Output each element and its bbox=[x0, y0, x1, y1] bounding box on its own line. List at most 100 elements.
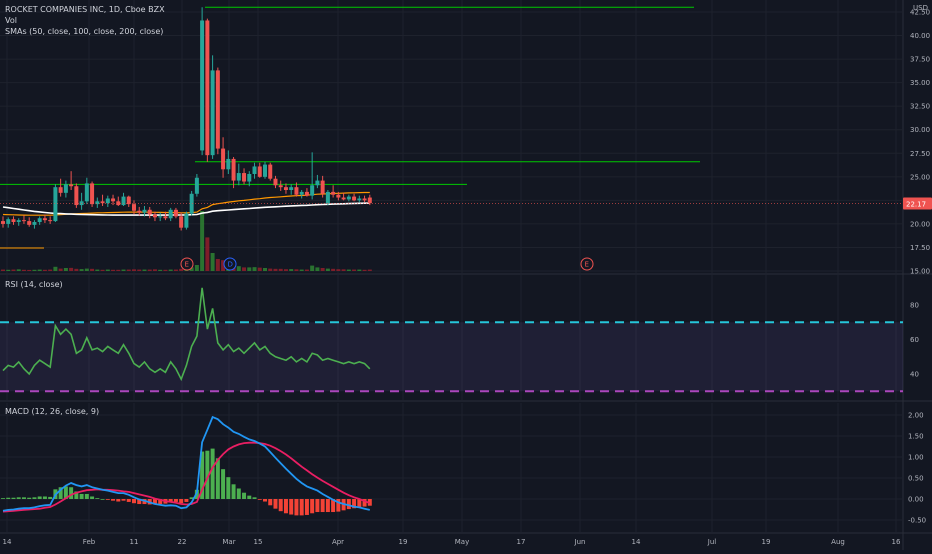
candle-body bbox=[221, 148, 226, 170]
candle-body bbox=[215, 70, 220, 149]
candle-body bbox=[42, 218, 47, 221]
volume-bar bbox=[273, 268, 278, 271]
macd-histogram-bar bbox=[11, 497, 16, 499]
macd-histogram-bar bbox=[6, 497, 11, 499]
volume-bar bbox=[84, 268, 89, 271]
candle-body bbox=[289, 187, 294, 191]
price-tick-label: 30.00 bbox=[910, 126, 930, 134]
candle-body bbox=[16, 220, 21, 223]
sma-label[interactable]: SMAs (50, close, 100, close, 200, close) bbox=[5, 26, 165, 37]
x-tick-label: 15 bbox=[254, 538, 263, 546]
volume-bar bbox=[69, 267, 74, 271]
macd-histogram-bar bbox=[273, 499, 278, 509]
candle-body bbox=[32, 222, 37, 225]
rsi-band-fill bbox=[0, 322, 903, 392]
macd-tick-label: -0.50 bbox=[908, 517, 926, 525]
x-tick-label: May bbox=[455, 538, 469, 546]
candle-body bbox=[247, 173, 252, 182]
volume-bar bbox=[304, 269, 309, 271]
macd-histogram-bar bbox=[100, 499, 105, 500]
candle-body bbox=[173, 209, 178, 217]
macd-histogram-bar bbox=[221, 469, 226, 499]
volume-bar bbox=[205, 237, 210, 271]
macd-legend: MACD (12, 26, close, 9) bbox=[5, 406, 99, 417]
candle-body bbox=[320, 180, 325, 194]
candle-body bbox=[74, 186, 79, 206]
candle-body bbox=[6, 219, 11, 224]
candle-body bbox=[367, 197, 372, 204]
candle-body bbox=[168, 209, 173, 219]
currency-label: USD bbox=[913, 4, 928, 12]
candle-body bbox=[331, 191, 336, 195]
candle-body bbox=[95, 201, 100, 205]
volume-bar bbox=[331, 268, 336, 271]
candle-body bbox=[184, 213, 189, 228]
chart-svg: 42.5040.0037.5035.0032.5030.0027.5025.00… bbox=[0, 0, 932, 550]
volume-bar bbox=[152, 269, 157, 271]
x-tick-label: Jul bbox=[707, 538, 717, 546]
volume-bar bbox=[352, 269, 357, 271]
candle-body bbox=[132, 204, 136, 211]
volume-bar bbox=[32, 269, 37, 271]
macd-tick-label: 1.00 bbox=[908, 454, 924, 462]
chart-root: 42.50 40.00 37.50 35.00 32.50 30.00 27.50 25.00… bbox=[0, 0, 932, 550]
volume-bar bbox=[173, 269, 178, 271]
macd-histogram-bar bbox=[95, 498, 100, 499]
macd-tick-label: 0.50 bbox=[908, 475, 924, 483]
volume-bar bbox=[95, 269, 100, 271]
volume-bar bbox=[6, 269, 11, 271]
macd-histogram-bar bbox=[179, 499, 184, 504]
candle-body bbox=[278, 185, 283, 188]
macd-histogram-bar bbox=[1, 498, 5, 499]
volume-bar bbox=[310, 265, 315, 271]
volume-bar bbox=[74, 268, 79, 271]
candle-body bbox=[310, 185, 315, 196]
macd-histogram-bar bbox=[105, 499, 110, 500]
macd-histogram-bar bbox=[90, 496, 95, 499]
candle-body bbox=[304, 191, 309, 196]
candle-body bbox=[294, 187, 299, 195]
candle-body bbox=[21, 220, 26, 222]
volume-bar bbox=[299, 269, 304, 271]
chart-title[interactable]: ROCKET COMPANIES INC, 1D, Cboe BZX bbox=[5, 4, 165, 15]
candle-body bbox=[210, 70, 215, 156]
macd-histogram-bar bbox=[299, 499, 304, 516]
price-tick-label: 20.00 bbox=[910, 220, 930, 228]
macd-histogram-bar bbox=[37, 496, 42, 499]
volume-bar bbox=[147, 269, 152, 271]
vol-label[interactable]: Vol bbox=[5, 15, 165, 26]
volume-bar bbox=[126, 269, 131, 271]
event-marker-label: D bbox=[228, 261, 233, 269]
volume-bar bbox=[100, 269, 105, 271]
candle-body bbox=[100, 201, 105, 204]
candle-body bbox=[325, 191, 330, 204]
volume-bar bbox=[158, 269, 163, 271]
price-legend: ROCKET COMPANIES INC, 1D, Cboe BZX Vol S… bbox=[5, 4, 165, 37]
macd-histogram-bar bbox=[32, 497, 37, 499]
candle-body bbox=[205, 20, 210, 156]
macd-line bbox=[2, 415, 371, 512]
x-tick-label: Mar bbox=[222, 538, 235, 546]
event-marker-label: E bbox=[185, 261, 189, 269]
candle-body bbox=[69, 184, 74, 187]
x-tick-label: Aug bbox=[831, 538, 845, 546]
rsi-label[interactable]: RSI (14, close) bbox=[5, 279, 63, 290]
candle-body bbox=[63, 184, 68, 193]
macd-label[interactable]: MACD (12, 26, close, 9) bbox=[5, 406, 99, 417]
volume-bar bbox=[367, 269, 372, 271]
candle-body bbox=[263, 164, 267, 177]
volume-bar bbox=[79, 269, 84, 271]
candle-body bbox=[27, 221, 32, 225]
x-tick-label: 19 bbox=[399, 538, 408, 546]
volume-bar bbox=[163, 269, 168, 271]
volume-bar bbox=[16, 269, 21, 271]
macd-histogram-bar bbox=[126, 499, 131, 502]
x-tick-label: Jun bbox=[574, 538, 586, 546]
candle-body bbox=[341, 197, 346, 200]
volume-bar bbox=[137, 269, 142, 271]
macd-histogram-bar bbox=[252, 497, 257, 499]
candle-body bbox=[362, 198, 367, 201]
candle-body bbox=[90, 183, 95, 205]
volume-bar bbox=[105, 269, 110, 271]
macd-histogram-bar bbox=[121, 499, 126, 501]
